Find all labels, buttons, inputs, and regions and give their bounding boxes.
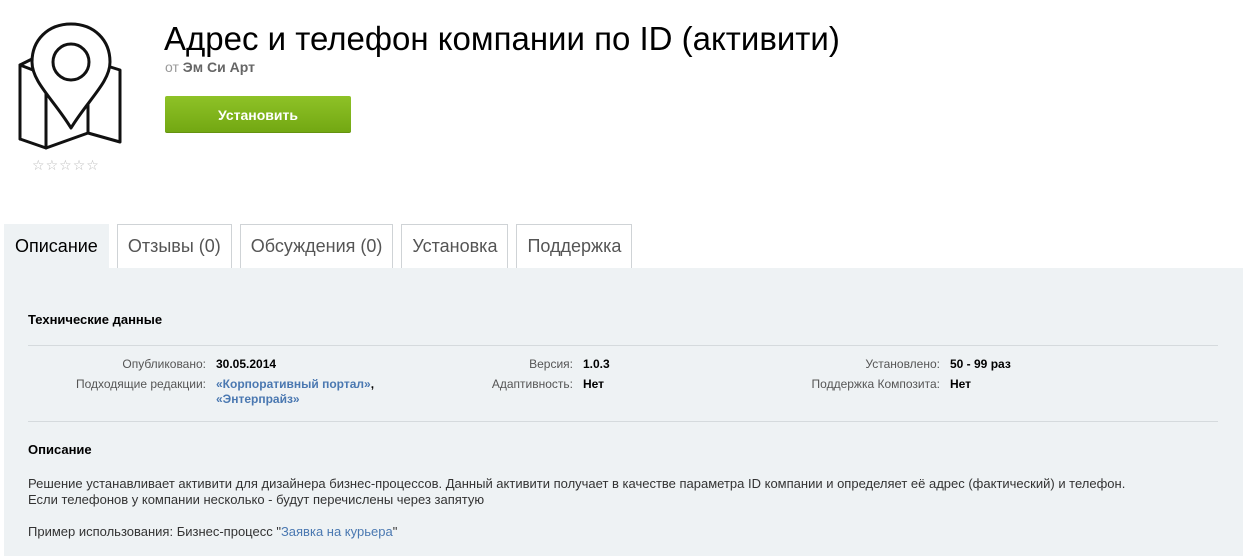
tech-data-heading: Технические данные [28, 312, 163, 327]
star-icon[interactable]: ☆ [32, 158, 45, 174]
tab-support[interactable]: Поддержка [516, 224, 633, 268]
star-icon[interactable]: ☆ [59, 158, 72, 174]
edition-enterprise-link[interactable]: «Энтерпрайз» [216, 392, 300, 406]
tab-installation[interactable]: Установка [401, 224, 509, 268]
published-value: 30.05.2014 [216, 357, 277, 371]
rating-stars[interactable]: ☆ ☆ ☆ ☆ ☆ [32, 158, 99, 174]
version-value: 1.0.3 [583, 357, 610, 371]
author-line: от Эм Си Арт [165, 58, 255, 76]
published-label: Опубликовано: [122, 357, 206, 371]
version-label: Версия: [529, 357, 573, 371]
composite-label: Поддержка Композита: [811, 377, 940, 391]
editions-label: Подходящие редакции: [75, 377, 206, 391]
page-title: Адрес и телефон компании по ID (активити… [164, 20, 840, 57]
install-button[interactable]: Установить [165, 96, 351, 133]
star-icon[interactable]: ☆ [86, 158, 99, 174]
courier-request-link[interactable]: Заявка на курьера [281, 524, 393, 539]
editions-value-2: «Энтерпрайз» [216, 391, 300, 407]
author-prefix: от [165, 59, 179, 75]
composite-value: Нет [950, 377, 972, 391]
editions-value: «Корпоративный портал», [216, 376, 374, 392]
usage-prefix: Пример использования: Бизнес-процесс " [28, 524, 281, 539]
tab-bar: Описание Отзывы (0) Обсуждения (0) Устан… [4, 224, 640, 269]
installed-label: Установлено: [865, 357, 940, 371]
edition-corporate-link[interactable]: «Корпоративный портал» [216, 377, 371, 391]
installed-value: 50 - 99 раз [950, 357, 1011, 371]
divider [28, 345, 1218, 346]
description-panel: Технические данные Опубликовано: 30.05.2… [4, 268, 1243, 556]
divider [28, 421, 1218, 422]
adaptive-label: Адаптивность: [491, 377, 573, 391]
star-icon[interactable]: ☆ [46, 158, 59, 174]
map-pin-icon [18, 22, 122, 150]
adaptive-value: Нет [583, 377, 605, 391]
tab-reviews[interactable]: Отзывы (0) [116, 224, 232, 268]
star-icon[interactable]: ☆ [73, 158, 86, 174]
edition-separator: , [370, 377, 375, 391]
description-heading: Описание [28, 442, 92, 457]
author-link[interactable]: Эм Си Арт [183, 59, 255, 75]
usage-example: Пример использования: Бизнес-процесс "За… [28, 524, 397, 540]
description-text-1: Решение устанавливает активити для дизай… [28, 476, 1126, 491]
tab-description[interactable]: Описание [4, 224, 109, 269]
description-text-2: Если телефонов у компании несколько - бу… [28, 492, 485, 507]
tab-discussions[interactable]: Обсуждения (0) [239, 224, 394, 268]
usage-suffix: " [392, 524, 398, 539]
